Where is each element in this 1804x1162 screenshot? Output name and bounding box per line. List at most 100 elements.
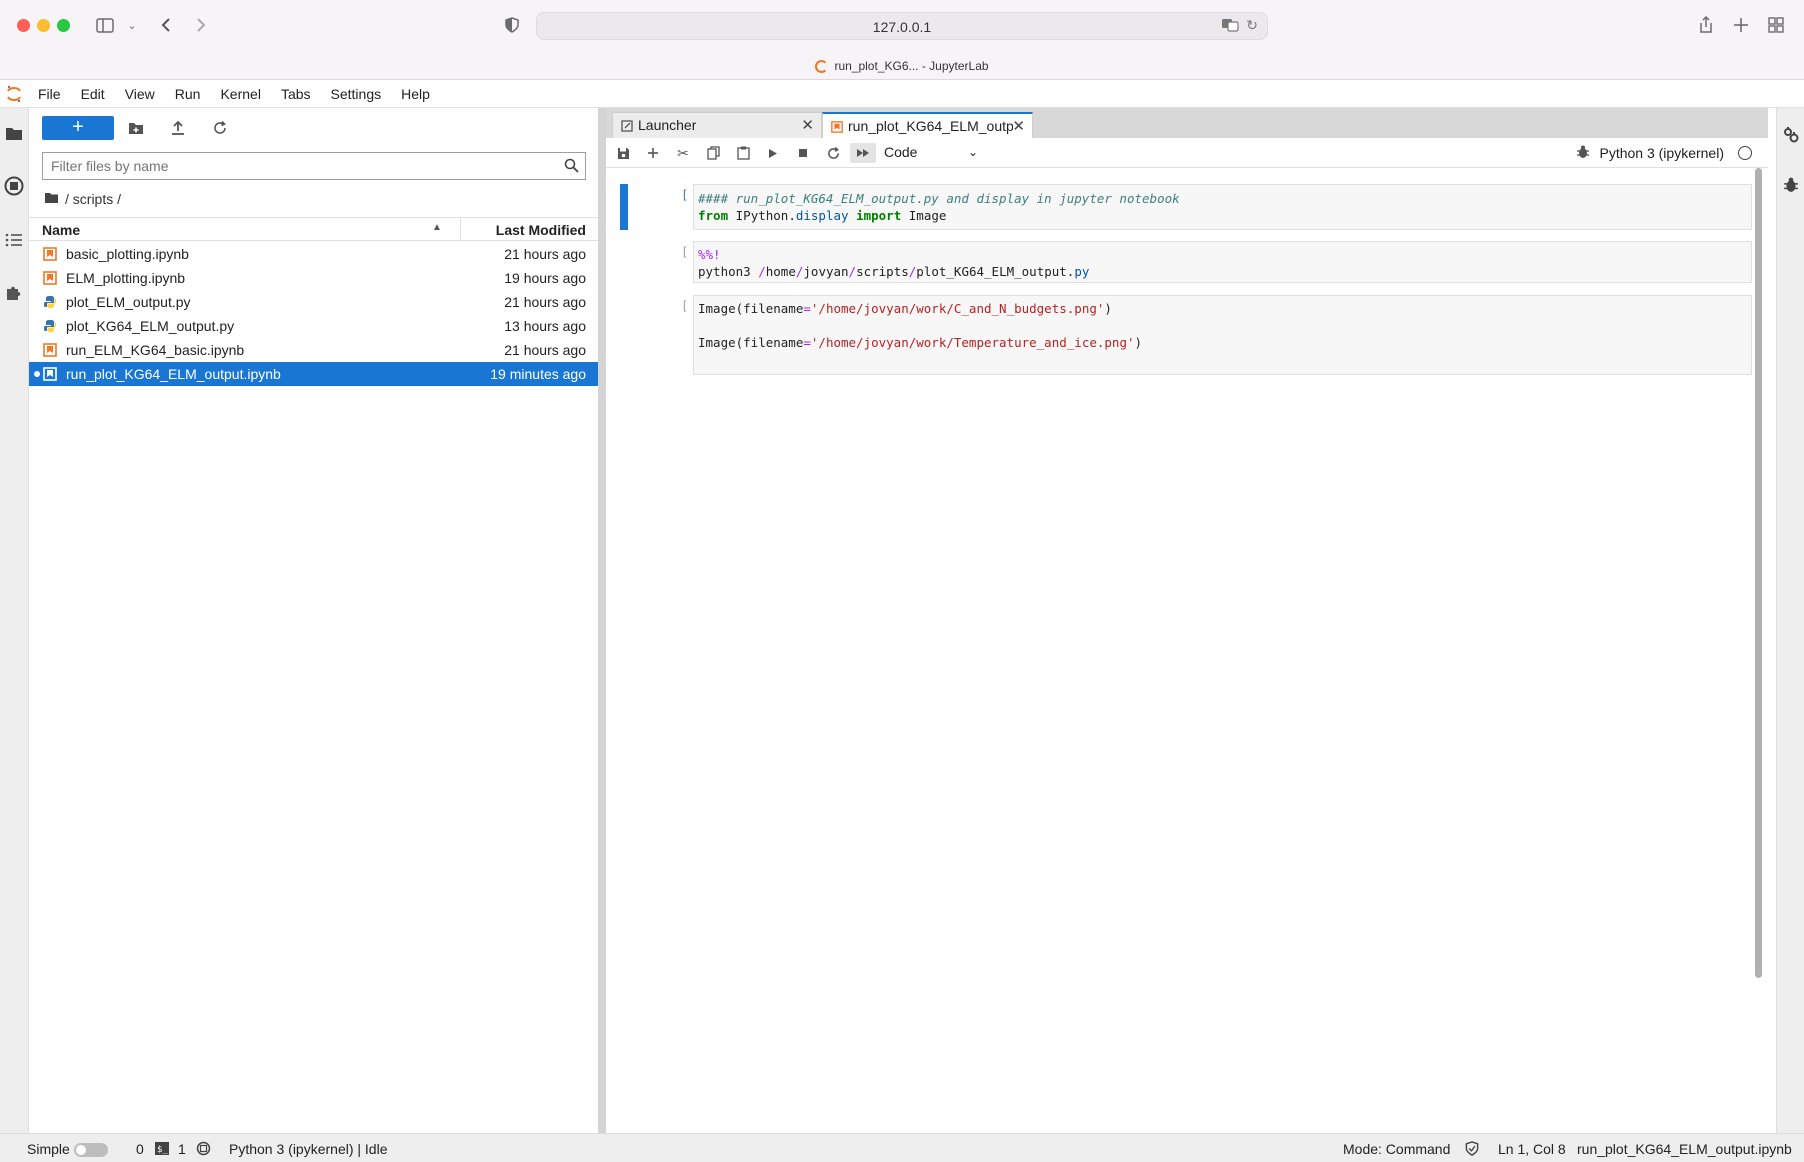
privacy-shield-icon[interactable] (501, 12, 523, 38)
table-of-contents-icon[interactable] (3, 229, 25, 251)
menu-edit[interactable]: Edit (71, 81, 115, 108)
menu-help[interactable]: Help (391, 81, 440, 108)
open-file-indicator (34, 371, 40, 377)
paste-icon[interactable] (732, 143, 754, 163)
cut-icon[interactable]: ✂ (672, 143, 694, 163)
sidebar-toggle-icon[interactable] (94, 12, 116, 38)
trusted-shield-icon[interactable] (1465, 1141, 1479, 1159)
cell-collapser[interactable] (620, 184, 628, 230)
tab-launcher[interactable]: Launcher ✕ (612, 112, 822, 138)
file-row-elm-plotting[interactable]: ELM_plotting.ipynb 19 hours ago (29, 266, 598, 290)
main-dock-area: Launcher ✕ run_plot_KG64_ELM_output.ipyn… (606, 108, 1768, 1133)
code-string: '/home/jovyan/work/Temperature_and_ice.p… (810, 335, 1135, 350)
browser-tab-title: run_plot_KG6... - JupyterLab (834, 59, 989, 73)
folder-icon[interactable] (3, 122, 25, 144)
extension-manager-icon[interactable] (3, 282, 25, 304)
debugger-icon[interactable] (1780, 174, 1802, 196)
sidebar-menu-chevron-icon[interactable]: ⌄ (124, 12, 140, 38)
code-token: IPython (735, 208, 789, 223)
python-file-icon (43, 295, 57, 309)
simple-mode-toggle[interactable] (74, 1143, 108, 1157)
cell-editor[interactable]: #### run_plot_KG64_ELM_output.py and dis… (693, 184, 1752, 230)
new-launcher-button[interactable]: + (42, 116, 114, 140)
debugger-icon[interactable] (1576, 145, 1590, 163)
search-icon (564, 158, 579, 177)
menu-settings[interactable]: Settings (321, 81, 392, 108)
kernels-count[interactable]: 1 (178, 1141, 186, 1157)
filter-files-input[interactable] (51, 153, 551, 179)
menu-tabs[interactable]: Tabs (271, 81, 321, 108)
column-divider[interactable] (460, 218, 461, 240)
back-arrow-icon[interactable] (156, 12, 176, 38)
name-column-header[interactable]: Name (42, 222, 80, 238)
cursor-position[interactable]: Ln 1, Col 8 (1498, 1141, 1566, 1157)
code-token: = (803, 335, 811, 350)
terminal-icon[interactable]: $_ (155, 1142, 169, 1158)
restart-run-all-icon[interactable] (850, 143, 876, 163)
file-row-plot-kg64-elm-output[interactable]: plot_KG64_ELM_output.py 13 hours ago (29, 314, 598, 338)
jupyter-logo-icon (0, 81, 28, 108)
cell-editor[interactable]: Image(filename='/home/jovyan/work/C_and_… (693, 295, 1752, 375)
refresh-icon[interactable] (209, 118, 231, 138)
tab-overview-icon[interactable] (1766, 12, 1786, 38)
run-cell-icon[interactable] (762, 143, 784, 163)
window-zoom-button[interactable] (57, 19, 70, 32)
browser-tab[interactable]: run_plot_KG6... - JupyterLab (0, 56, 1804, 76)
forward-arrow-icon[interactable] (191, 12, 211, 38)
running-sessions-icon[interactable] (3, 175, 25, 197)
file-row-basic-plotting[interactable]: basic_plotting.ipynb 21 hours ago (29, 242, 598, 266)
kernel-status-text[interactable]: Python 3 (ipykernel) | Idle (229, 1141, 388, 1157)
last-modified-column-header[interactable]: Last Modified (496, 222, 586, 238)
file-row-run-plot-kg64-elm-output[interactable]: run_plot_KG64_ELM_output.ipynb 19 minute… (29, 362, 598, 386)
share-icon[interactable] (1696, 12, 1716, 38)
window-minimize-button[interactable] (37, 19, 50, 32)
code-token: py (1074, 264, 1090, 279)
cell-type-dropdown[interactable]: Code ⌄ (884, 143, 980, 163)
file-name: run_ELM_KG64_basic.ipynb (66, 342, 245, 358)
interrupt-kernel-icon[interactable] (792, 143, 814, 163)
simple-mode-label: Simple (27, 1141, 70, 1157)
window-close-button[interactable] (17, 19, 30, 32)
panel-splitter[interactable] (598, 108, 606, 1133)
file-row-plot-elm-output[interactable]: plot_ELM_output.py 21 hours ago (29, 290, 598, 314)
file-modified: 21 hours ago (504, 294, 586, 310)
code-cell[interactable]: [ ]: Image(filename='/home/jovyan/work/C… (620, 295, 1760, 375)
menu-kernel[interactable]: Kernel (210, 81, 270, 108)
translate-icon[interactable] (1221, 18, 1239, 35)
menu-file[interactable]: File (28, 81, 71, 108)
file-browser-toolbar: + (29, 108, 598, 148)
folder-icon[interactable] (44, 191, 59, 207)
svg-text:$_: $_ (157, 1145, 168, 1155)
cell-editor[interactable]: %%! python3 /home/jovyan/scripts/plot_KG… (693, 241, 1752, 283)
kernel-name[interactable]: Python 3 (ipykernel) (1599, 145, 1724, 161)
file-name: plot_KG64_ELM_output.py (66, 318, 235, 334)
code-cell[interactable]: [ ]: %%! python3 /home/jovyan/scripts/pl… (620, 241, 1760, 283)
jupyter-menubar: File Edit View Run Kernel Tabs Settings … (0, 81, 1804, 108)
restart-kernel-icon[interactable] (822, 143, 844, 163)
close-icon[interactable]: ✕ (1012, 117, 1025, 135)
tab-notebook[interactable]: run_plot_KG64_ELM_output.ipynb ✕ (822, 112, 1033, 139)
new-tab-icon[interactable] (1731, 12, 1751, 38)
address-bar[interactable]: 127.0.0.1 ↻ (536, 12, 1268, 40)
kernel-sessions-icon[interactable] (196, 1141, 211, 1159)
file-modified: 21 hours ago (504, 246, 586, 262)
file-row-run-elm-kg64-basic[interactable]: run_ELM_KG64_basic.ipynb 21 hours ago (29, 338, 598, 362)
menu-view[interactable]: View (115, 81, 165, 108)
dock-tab-bar: Launcher ✕ run_plot_KG64_ELM_output.ipyn… (606, 108, 1768, 139)
copy-icon[interactable] (702, 143, 724, 163)
terminals-count[interactable]: 0 (136, 1141, 144, 1157)
breadcrumb-path[interactable]: / scripts / (65, 191, 121, 207)
close-icon[interactable]: ✕ (801, 116, 814, 134)
left-activity-bar (0, 108, 29, 1133)
menu-run[interactable]: Run (165, 81, 211, 108)
property-inspector-icon[interactable] (1780, 124, 1802, 146)
save-icon[interactable] (612, 143, 634, 163)
code-cell[interactable]: [ ]: #### run_plot_KG64_ELM_output.py an… (620, 184, 1760, 232)
chevron-down-icon: ⌄ (967, 145, 978, 159)
code-comment: #### run_plot_KG64_ELM_output.py and dis… (698, 191, 1180, 206)
new-folder-icon[interactable] (125, 118, 147, 138)
upload-icon[interactable] (167, 118, 189, 138)
vertical-scrollbar[interactable] (1755, 168, 1762, 978)
reload-icon[interactable]: ↻ (1246, 17, 1258, 34)
insert-cell-icon[interactable] (642, 143, 664, 163)
